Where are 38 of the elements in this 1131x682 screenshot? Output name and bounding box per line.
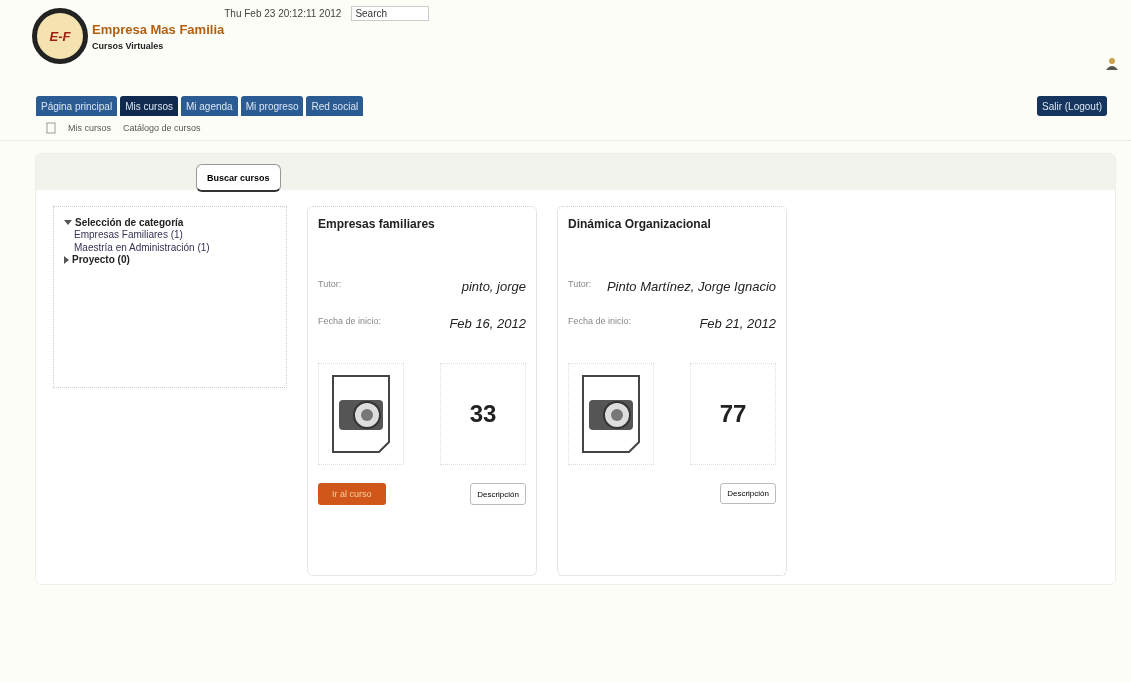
nav-tab[interactable]: Red social: [306, 96, 364, 116]
description-button[interactable]: Descripción: [720, 483, 776, 504]
course-title: Empresas familiares: [318, 217, 436, 231]
nav-tab[interactable]: Mis cursos: [120, 96, 178, 116]
site-tagline: Cursos Virtuales: [92, 40, 165, 51]
expander-icon[interactable]: [64, 220, 72, 225]
tutor-name: pinto, jorge: [461, 279, 526, 294]
tutor-name: Pinto Martínez, Jorge Ignacio: [606, 279, 776, 294]
course-title: Dinámica Organizacional: [568, 217, 712, 231]
nav-tab[interactable]: Mi agenda: [180, 96, 238, 116]
description-button[interactable]: Descripción: [470, 483, 526, 505]
category-link[interactable]: Selección de categoría: [75, 217, 184, 228]
nav-tab[interactable]: Mi progreso: [240, 96, 304, 116]
user-icon[interactable]: [1105, 57, 1119, 71]
search-field[interactable]: Search: [351, 5, 430, 21]
course-count: 77: [719, 400, 747, 428]
field-label: Fecha de inicio:: [568, 316, 632, 326]
start-date: Feb 21, 2012: [699, 316, 776, 331]
logo-icon: E-F: [32, 8, 88, 64]
field-label: Tutor:: [318, 279, 342, 289]
field-label: Tutor:: [568, 279, 592, 289]
breadcrumb-link[interactable]: Catálogo de cursos: [123, 123, 201, 133]
course-count: 33: [469, 400, 497, 428]
camera-icon: [581, 374, 641, 454]
date-time: Thu Feb 23 20:12:11 2012: [224, 7, 342, 19]
category-link[interactable]: Maestría en Administración (1): [64, 241, 276, 254]
camera-icon: [331, 374, 391, 454]
category-link[interactable]: Proyecto (0): [72, 254, 130, 265]
nav-tab[interactable]: Página principal: [36, 96, 118, 116]
field-label: Fecha de inicio:: [318, 316, 382, 326]
expander-icon[interactable]: [64, 255, 69, 264]
breadcrumb-link[interactable]: Mis cursos: [68, 123, 111, 133]
search-courses-button[interactable]: Buscar cursos: [196, 164, 281, 192]
category-link[interactable]: Empresas Familiares (1): [64, 228, 276, 241]
page-icon: [46, 122, 56, 134]
company-name: Empresa Mas Familia: [92, 21, 225, 37]
start-date: Feb 16, 2012: [449, 316, 526, 331]
logout-button[interactable]: Salir (Logout): [1036, 96, 1107, 116]
